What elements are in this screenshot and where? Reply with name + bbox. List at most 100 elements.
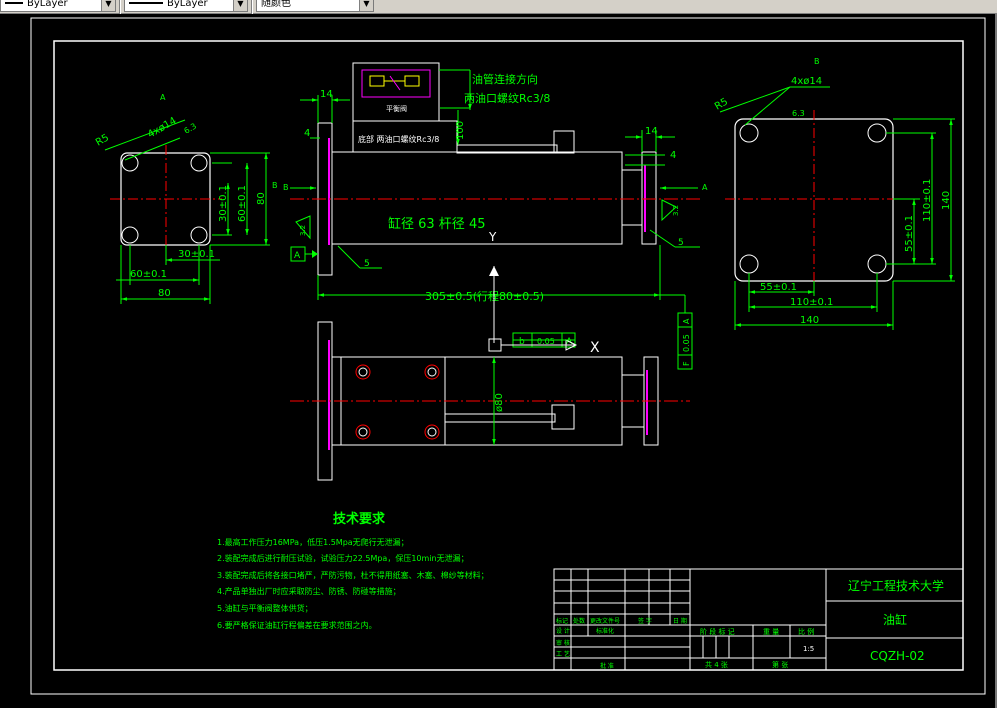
dim-4-left: 4 <box>304 128 310 139</box>
tb-rev-h5: 日 期 <box>673 617 687 625</box>
dim-110-v-right: 110±0.1 <box>922 179 933 222</box>
tech-item-1: 1.最高工作压力16MPa，低压1.5Mpa无爬行无泄漏； <box>217 537 409 547</box>
tb-rev-h2: 处数 <box>573 617 585 625</box>
dim-roughness-right: 6.3 <box>792 109 805 118</box>
dim-14-right: 14 <box>645 126 658 137</box>
tb-scale-label: 比 例 <box>798 627 814 636</box>
tb-drawing-no: CQZH-02 <box>870 649 925 663</box>
bolt-hole <box>867 123 887 143</box>
cylinder-right-head <box>621 169 643 226</box>
dim-radius-right: R5 <box>713 96 730 112</box>
tech-item-5: 5.油缸与平衡阀整体供货； <box>217 603 313 613</box>
drawing-canvas[interactable]: A R5 4xø14 6.3 30±0.1 60±0.1 80 30±0.1 6… <box>0 14 997 708</box>
dim-5-left: 5 <box>364 259 370 269</box>
rough-y: Y <box>488 230 497 244</box>
tech-item-4: 4.产品单独出厂时应采取防尘、防锈、防碰等措施； <box>217 586 401 596</box>
dim-60-v-left: 60±0.1 <box>237 185 248 222</box>
center-bottom-view: b 0.05 A X A 0.05 F ø80 <box>290 294 693 481</box>
toolbar-separator <box>119 0 121 14</box>
left-view-label: A <box>160 93 166 102</box>
center-top-view: 平衡阀 油管连接方向 两油口螺纹Rc3/8 底部 两油口螺纹Rc3/8 14 4… <box>283 62 708 343</box>
dim-55-h-right: 55±0.1 <box>760 282 797 293</box>
tb-rev-h3: 更改文件号 <box>590 617 620 625</box>
tb-process: 工 艺 <box>556 650 570 658</box>
chevron-down-icon[interactable]: ▼ <box>101 0 115 11</box>
linetype-swatch <box>5 2 23 4</box>
tb-row-design: 设 计 <box>556 627 570 635</box>
perp-frame-datum: A <box>682 318 691 324</box>
bore-label: 缸径 63 杆径 45 <box>388 216 485 232</box>
dim-100: 100 <box>455 121 466 140</box>
tb-stage: 阶 段 标 记 <box>700 627 735 636</box>
lineweight-combo[interactable]: ByLayer ▼ <box>124 0 248 12</box>
dim-140-h-right: 140 <box>800 315 819 326</box>
tb-sheets: 共 4 张 <box>705 660 728 669</box>
tech-title: 技术要求 <box>333 511 386 527</box>
bolt-hole <box>867 254 887 274</box>
dim-radius-left: R5 <box>94 132 111 148</box>
dim-holes-left: 4xø14 <box>146 116 178 141</box>
bolt-hole <box>355 364 371 380</box>
lineweight-swatch <box>129 2 163 4</box>
tb-weight: 重 量 <box>763 628 779 636</box>
dim-140-v-right: 140 <box>941 191 952 210</box>
roughness-left: 3.2 <box>299 225 307 236</box>
dim-4-right: 4 <box>670 150 676 161</box>
tb-approve: 批 准 <box>600 662 614 670</box>
toolbar-separator <box>251 0 253 14</box>
tb-review: 审 核 <box>556 639 570 647</box>
tb-scale: 1:5 <box>803 645 814 653</box>
properties-toolbar: ByLayer ▼ ByLayer ▼ 随颜色 ▼ <box>0 0 997 14</box>
right-view-label: B <box>814 57 820 66</box>
arrow-a: A <box>702 183 708 192</box>
tb-school: 辽宁工程技术大学 <box>848 578 944 593</box>
dim-roughness-left: 6.3 <box>183 122 199 136</box>
datum-a: A <box>294 251 301 261</box>
mark-x: X <box>590 340 600 356</box>
linetype-value: ByLayer <box>27 0 68 9</box>
tb-sheet-no: 第 张 <box>772 660 788 669</box>
bolt-hole <box>190 154 208 172</box>
bolt-hole <box>424 364 440 380</box>
left-view: A R5 4xø14 6.3 30±0.1 60±0.1 80 30±0.1 6… <box>94 93 278 304</box>
dim-80-v-left: 80 <box>256 192 267 205</box>
note-oil-port: 两油口螺纹Rc3/8 <box>464 91 550 105</box>
bolt-hole <box>739 254 759 274</box>
tech-item-2: 2.装配完成后进行耐压试验，试验压力22.5Mpa，保压10min无泄漏； <box>217 553 469 563</box>
dim-30-v-left: 30±0.1 <box>218 185 229 222</box>
dim-5-right: 5 <box>678 238 684 248</box>
dim-phi80: ø80 <box>494 393 505 412</box>
color-value: 随颜色 <box>261 0 291 9</box>
drawing-svg[interactable]: A R5 4xø14 6.3 30±0.1 60±0.1 80 30±0.1 6… <box>0 14 997 708</box>
dim-60-h-left: 60±0.1 <box>130 269 167 280</box>
arrow-b: B <box>283 183 289 192</box>
tb-row-std: 标准化 <box>596 627 614 635</box>
tech-item-6: 6.要严格保证油缸行程偏差在要求范围之内。 <box>217 620 377 630</box>
linetype-combo[interactable]: ByLayer ▼ <box>0 0 116 12</box>
dim-55-v-right: 55±0.1 <box>904 215 915 252</box>
ucs-box <box>488 338 502 352</box>
perp-frame-sym: F <box>682 361 691 366</box>
bolt-hole <box>190 226 208 244</box>
chevron-down-icon[interactable]: ▼ <box>359 0 373 11</box>
bottom-port-tube <box>444 413 556 423</box>
tech-item-3: 3.装配完成后将各接口堵严，严防污物，杜不得用纸塞、木塞、棉纱等材料； <box>217 570 489 580</box>
tb-part-name: 油缸 <box>883 612 907 627</box>
dim-14-left: 14 <box>320 89 333 100</box>
perp-frame-val: 0.05 <box>682 334 691 352</box>
lineweight-value: ByLayer <box>167 0 208 9</box>
roughness-right: 3.2 <box>672 205 680 216</box>
inner-note: 底部 两油口螺纹Rc3/8 <box>358 134 439 144</box>
tb-rev-h4: 签 字 <box>638 617 652 625</box>
color-combo[interactable]: 随颜色 ▼ <box>256 0 374 12</box>
dim-30-h-left: 30±0.1 <box>178 249 215 260</box>
inner-frame <box>53 40 964 671</box>
valve-label: 平衡阀 <box>386 104 407 113</box>
chevron-down-icon[interactable]: ▼ <box>233 0 247 11</box>
dim-holes-right: 4xø14 <box>791 76 822 87</box>
bolt-hole <box>121 154 139 172</box>
dim-110-h-right: 110±0.1 <box>790 297 833 308</box>
view-mark-b: B <box>272 181 278 190</box>
bolt-hole <box>121 226 139 244</box>
tb-rev-h1: 标记 <box>556 617 568 625</box>
